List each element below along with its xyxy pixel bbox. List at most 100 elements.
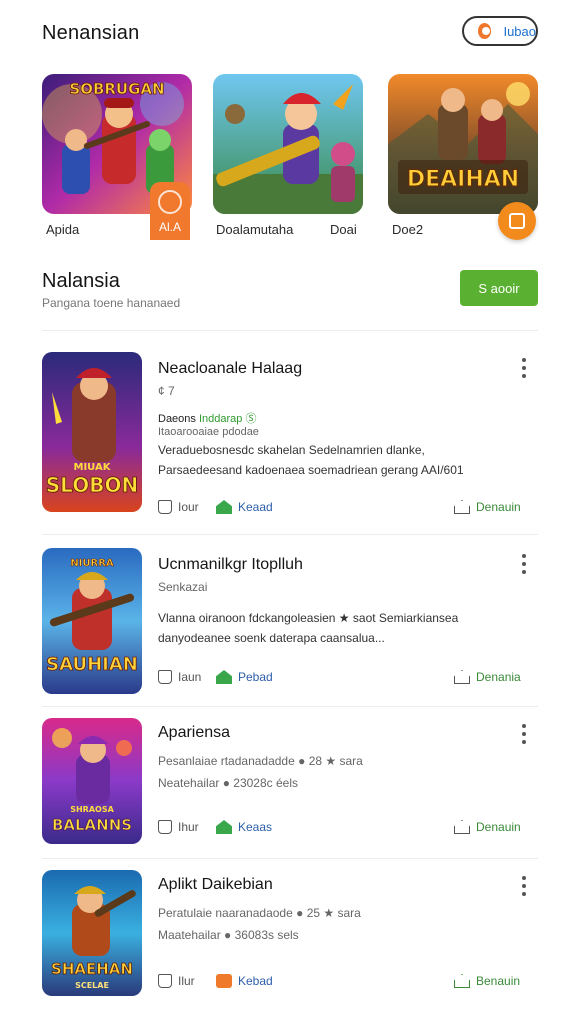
install-button[interactable]: Denauin — [454, 500, 521, 514]
thumbs-up-icon — [158, 820, 172, 834]
install-button[interactable]: Benauin — [454, 974, 520, 988]
share-button[interactable]: Kebad — [216, 974, 273, 988]
list-item[interactable]: SHAEHAN SCELAE Aplikt Daikebian Peratula… — [0, 862, 576, 1022]
like-button[interactable]: Ilur — [158, 974, 195, 988]
download-icon[interactable] — [498, 202, 536, 240]
home-icon — [454, 974, 470, 988]
app-thumbnail[interactable]: NIURRA SAUHIAN — [42, 548, 142, 694]
app-tag: Daeons Inddarap Ⓢ — [158, 410, 256, 426]
more-options-icon[interactable] — [518, 876, 530, 896]
featured-caption-3: Doe2 — [392, 222, 424, 237]
pill-label: Iubao — [503, 23, 536, 39]
share-label: Kebad — [238, 974, 273, 988]
app-meta: Senkazai — [158, 580, 208, 594]
like-label: Ihur — [178, 820, 199, 834]
list-item[interactable]: NIURRA SAUHIAN Ucnmanilkgr Itoplluh Senk… — [0, 538, 576, 708]
share-label: Keaad — [238, 500, 273, 514]
app-title[interactable]: Apariensa — [158, 724, 230, 742]
share-button[interactable]: Pebad — [216, 670, 273, 684]
featured-caption-2b: Doai — [330, 222, 357, 237]
section-button-label: S aooir — [478, 280, 520, 296]
app-actions: Iour Keaad Denauin — [158, 500, 538, 520]
profile-icon — [478, 23, 492, 39]
like-button[interactable]: Iaun — [158, 670, 201, 684]
featured-art-title: SOBRUGAN — [69, 80, 164, 98]
app-art-title: SAUHIAN — [46, 654, 138, 675]
app-art-title: BALANNS — [52, 816, 132, 834]
app-description: Neatehailar ● 23028c éels — [158, 776, 299, 790]
app-thumbnail[interactable]: SHAEHAN SCELAE — [42, 870, 142, 996]
thumbs-up-icon — [158, 500, 172, 514]
top-bar: Nenansian Iubao — [0, 0, 576, 64]
install-button[interactable]: Denauin — [454, 820, 521, 834]
like-label: Iaun — [178, 670, 202, 684]
featured-card-2[interactable] — [213, 74, 363, 214]
game-art-icon: SHRAOSA BALANNS — [42, 718, 142, 844]
app-tag-label: Daeons — [158, 413, 196, 425]
app-art-subtitle: SHRAOSA — [70, 805, 114, 814]
app-title[interactable]: Ucnmanilkgr Itoplluh — [158, 556, 303, 574]
app-thumbnail[interactable]: SHRAOSA BALANNS — [42, 718, 142, 844]
section-title: Nalansia — [42, 270, 120, 292]
game-art-icon: DEAIHAN — [388, 74, 538, 214]
featured-art-title: DEAIHAN — [407, 167, 519, 192]
install-button[interactable]: Denania — [454, 670, 521, 684]
install-label: Benauin — [476, 974, 521, 988]
app-art-subtitle: MIUAK — [74, 462, 112, 473]
home-icon — [454, 670, 470, 684]
like-label: Ilur — [178, 974, 195, 988]
divider — [42, 534, 538, 535]
section-action-button[interactable]: S aooir — [460, 270, 538, 306]
list-item[interactable]: SHRAOSA BALANNS Apariensa Pesanlaiae rta… — [0, 710, 576, 858]
install-label: Denania — [476, 670, 521, 684]
like-button[interactable]: Ihur — [158, 820, 199, 834]
share-label: Keaas — [238, 820, 273, 834]
section-subtitle: Pangana toene hananaed — [42, 296, 181, 310]
app-description: Veraduebosnesdc skahelan Sedelnamrien dl… — [158, 443, 464, 477]
home-icon — [454, 500, 470, 514]
like-button[interactable]: Iour — [158, 500, 199, 514]
account-pill-button[interactable]: Iubao — [462, 16, 538, 46]
app-thumbnail[interactable]: MIUAK SLOBON — [42, 352, 142, 512]
section-header: Nalansia Pangana toene hananaed S aooir — [0, 266, 576, 330]
share-icon — [216, 500, 232, 514]
app-art-subtitle: NIURRA — [70, 558, 114, 569]
share-button[interactable]: Keaas — [216, 820, 272, 834]
app-tag-green: Inddarap Ⓢ — [198, 413, 257, 425]
app-desc-small: Itaoarooaiae pdodae — [158, 426, 259, 438]
more-options-icon[interactable] — [518, 554, 530, 574]
featured-badge[interactable]: Al.A — [150, 182, 190, 240]
app-actions: Ihur Keaas Denauin — [158, 820, 538, 840]
thumbs-up-icon — [158, 974, 172, 988]
more-options-icon[interactable] — [518, 724, 530, 744]
divider — [42, 706, 538, 707]
game-art-icon — [213, 74, 363, 214]
list-item[interactable]: MIUAK SLOBON Neacloanale Halaag ¢ 7 Daeo… — [0, 340, 576, 530]
share-label: Pebad — [238, 670, 273, 684]
divider — [42, 330, 538, 331]
game-art-icon: NIURRA SAUHIAN — [42, 548, 142, 694]
featured-caption-2: Doalamutaha — [216, 222, 294, 237]
app-actions: Iaun Pebad Denania — [158, 670, 538, 690]
more-options-icon[interactable] — [518, 358, 530, 378]
app-art-title: SHAEHAN — [51, 960, 133, 978]
share-icon — [216, 974, 232, 988]
featured-badge-label: Al.A — [158, 220, 181, 234]
divider — [42, 858, 538, 859]
badge-icon — [158, 190, 182, 214]
app-meta: Peratulaie naaranadaode ● 25 ★ sara — [158, 906, 361, 920]
app-art-title: SLOBON — [46, 473, 138, 497]
share-button[interactable]: Keaad — [216, 500, 273, 514]
featured-carousel: SOBRUGAN Al.A Apida Doalamutaha Doai DEA… — [0, 74, 576, 254]
featured-caption-1: Apida — [46, 222, 80, 237]
app-description: Vlanna oiranoon fdckangoleasien ★ saot S… — [158, 611, 459, 645]
app-art-subtitle: SCELAE — [75, 981, 109, 990]
install-label: Denauin — [476, 500, 521, 514]
share-icon — [216, 670, 232, 684]
app-title[interactable]: Aplikt Daikebian — [158, 876, 273, 894]
app-title[interactable]: Neacloanale Halaag — [158, 360, 302, 378]
app-description: Maatehailar ● 36083s sels — [158, 928, 299, 942]
featured-card-3[interactable]: DEAIHAN — [388, 74, 538, 214]
game-art-icon: MIUAK SLOBON — [42, 352, 142, 512]
game-art-icon: SHAEHAN SCELAE — [42, 870, 142, 996]
